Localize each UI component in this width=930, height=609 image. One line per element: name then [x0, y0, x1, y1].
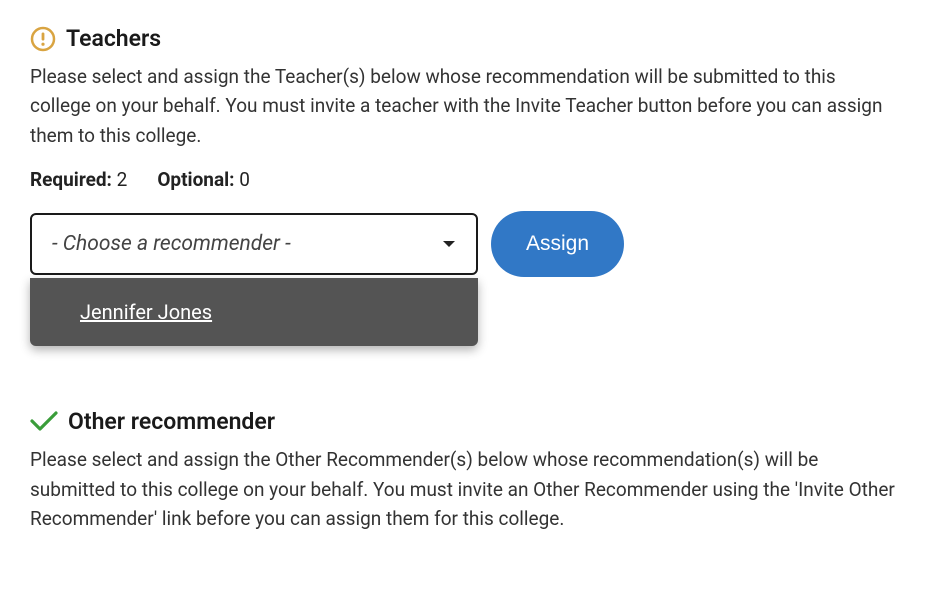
dropdown-option-jennifer-jones[interactable]: Jennifer Jones: [30, 296, 478, 328]
dropdown-menu: Jennifer Jones: [30, 278, 478, 346]
other-title: Other recommender: [68, 408, 275, 435]
teachers-counts: Required: 2 Optional: 0: [30, 168, 900, 191]
teachers-title: Teachers: [66, 25, 161, 52]
recommender-dropdown-wrapper: - Choose a recommender - Jennifer Jones: [30, 213, 478, 275]
assign-button[interactable]: Assign: [491, 211, 624, 277]
teachers-section: Teachers Please select and assign the Te…: [30, 25, 900, 277]
dropdown-placeholder: - Choose a recommender -: [52, 232, 291, 256]
optional-label: Optional:: [157, 168, 234, 191]
optional-count: Optional: 0: [157, 168, 250, 191]
required-count: Required: 2: [30, 168, 127, 191]
teachers-description: Please select and assign the Teacher(s) …: [30, 62, 900, 150]
teachers-header: Teachers: [30, 25, 900, 52]
alert-icon: [30, 26, 56, 52]
recommender-dropdown[interactable]: - Choose a recommender -: [30, 213, 478, 275]
required-value: 2: [117, 168, 128, 191]
optional-value: 0: [239, 168, 250, 191]
assign-row: - Choose a recommender - Jennifer Jones …: [30, 211, 900, 277]
chevron-down-icon: [442, 240, 456, 249]
required-label: Required:: [30, 168, 112, 191]
other-header: Other recommender: [30, 407, 900, 435]
other-recommender-section: Other recommender Please select and assi…: [30, 407, 900, 533]
check-icon: [30, 407, 58, 435]
other-description: Please select and assign the Other Recom…: [30, 445, 900, 533]
